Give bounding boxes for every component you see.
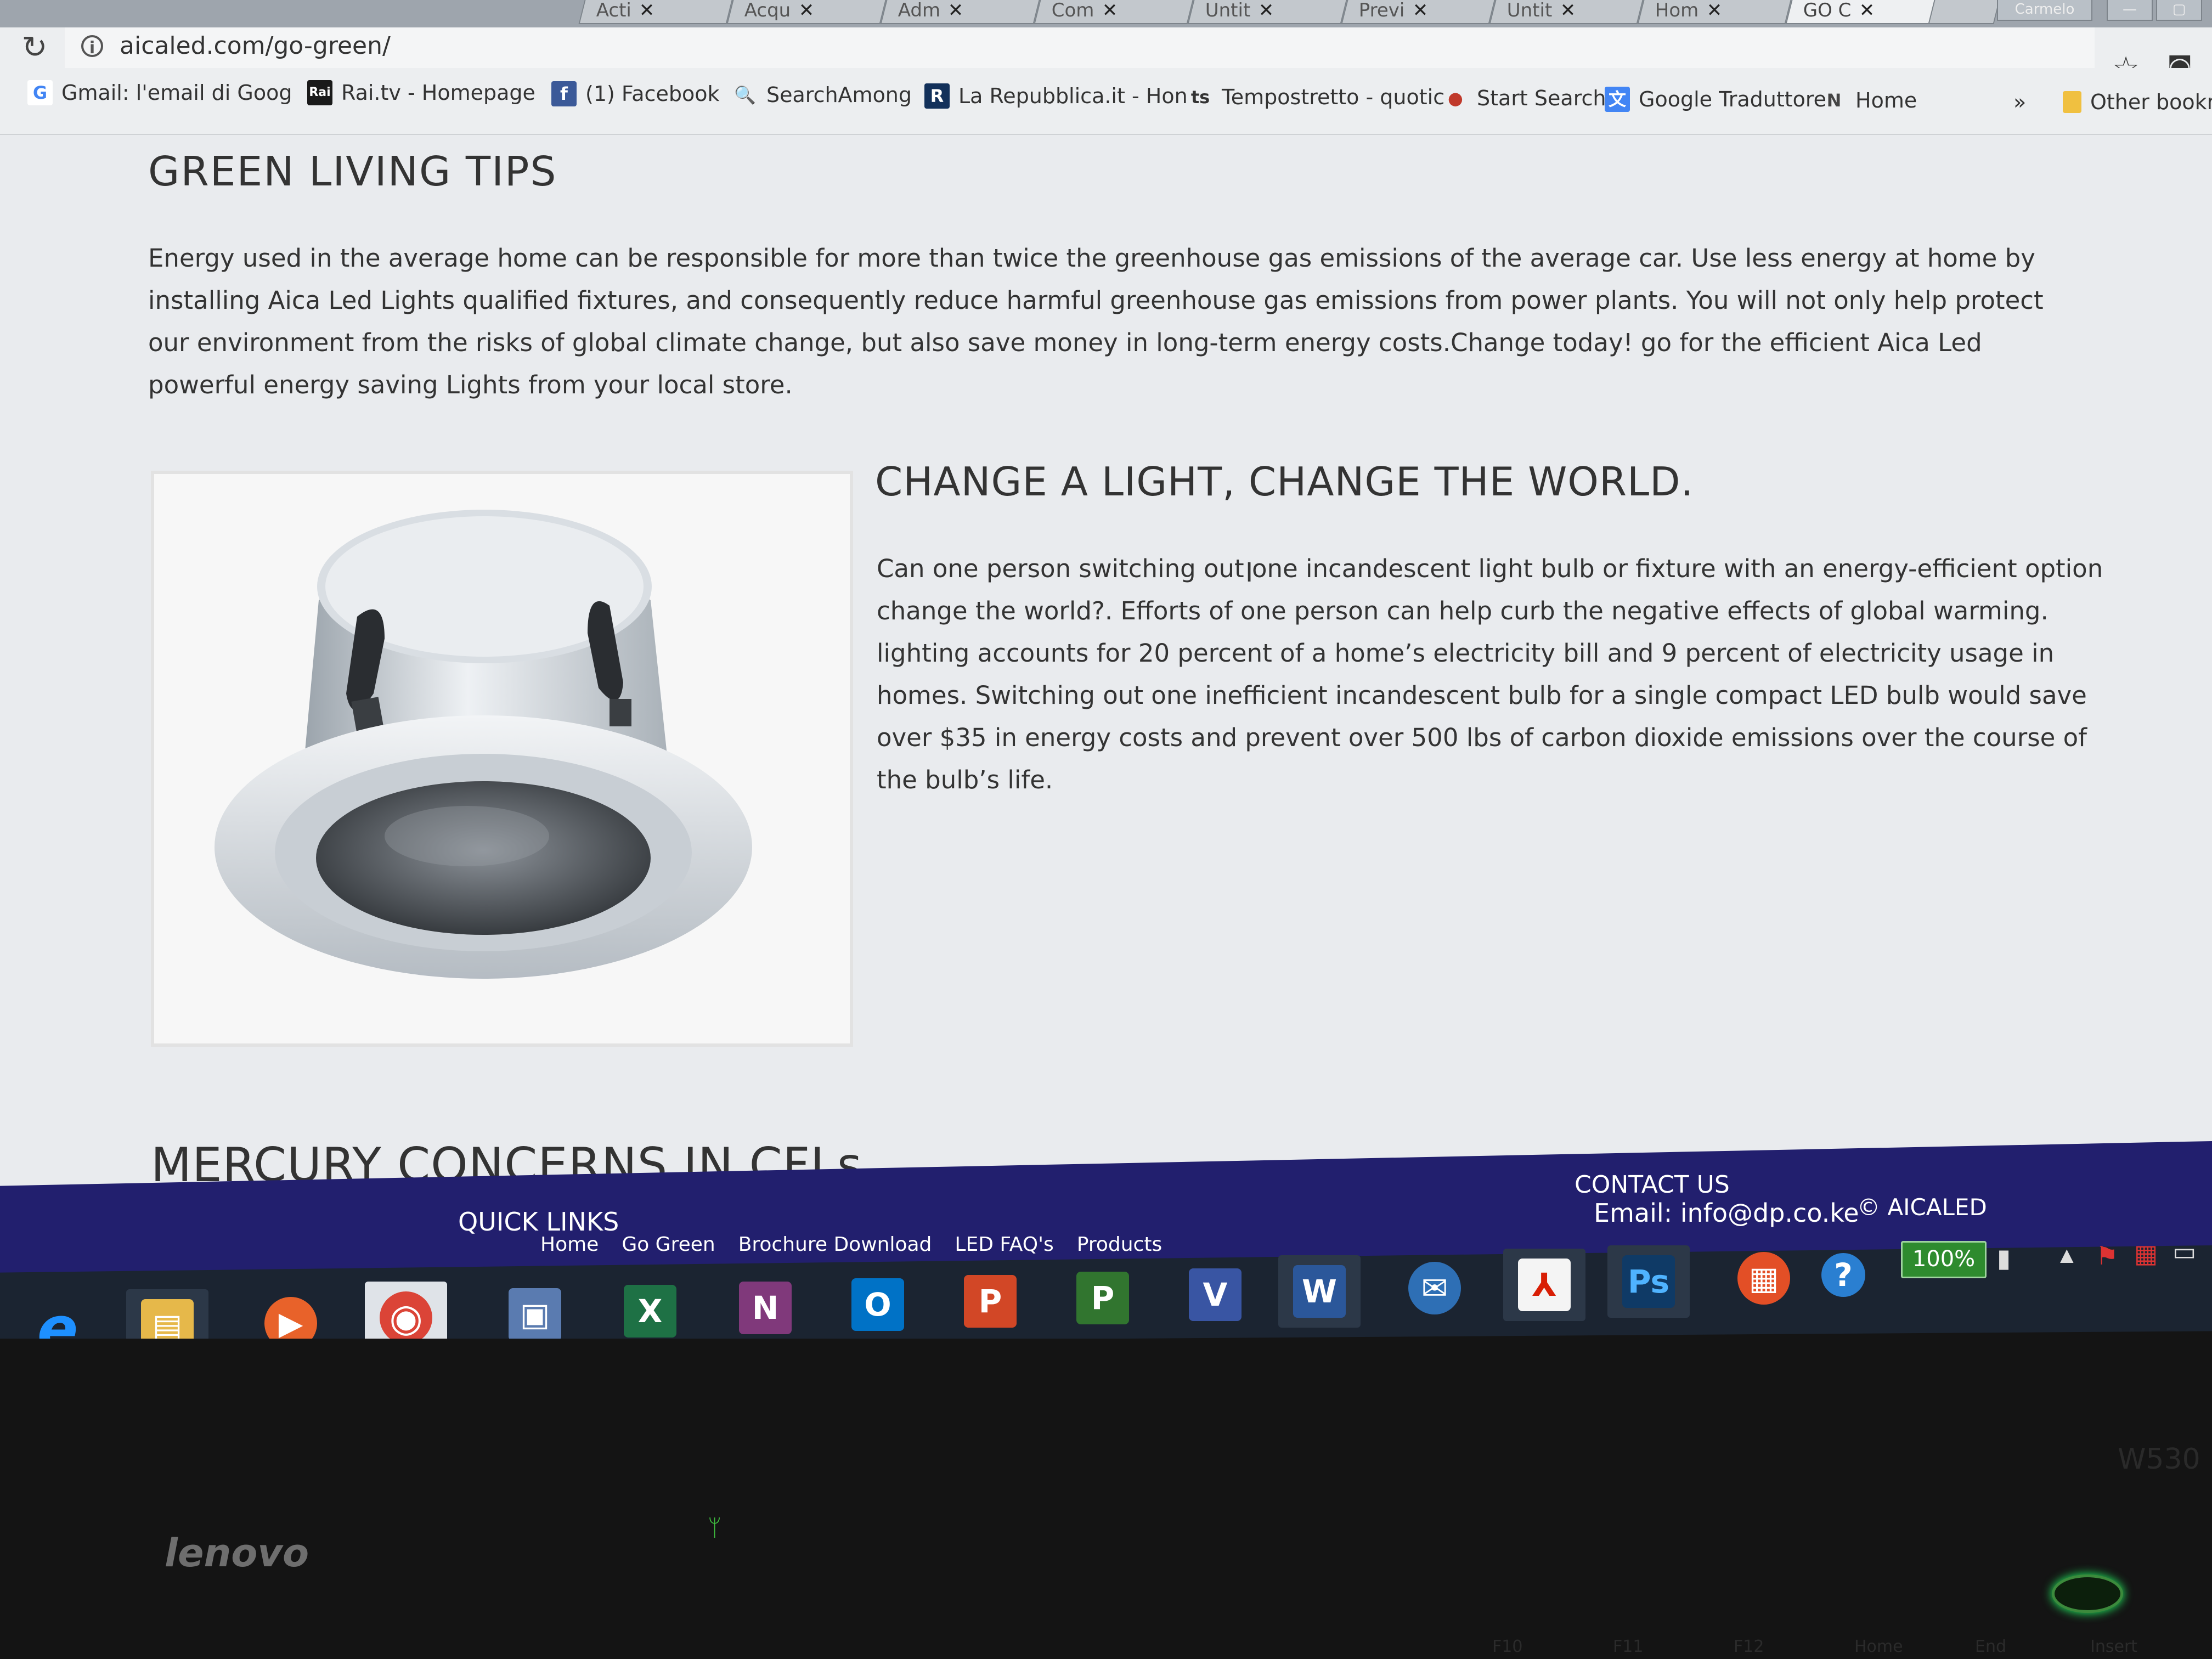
profile-button[interactable]: Carmelo xyxy=(1997,0,2092,21)
bookmark-start-search[interactable]: ● Start Search xyxy=(1443,86,1606,111)
quick-links: Home Go Green Brochure Download LED FAQ'… xyxy=(540,1233,1162,1256)
search-icon: 🔍 xyxy=(734,84,756,105)
reload-icon[interactable]: ↻ xyxy=(15,30,54,68)
footer-link-home[interactable]: Home xyxy=(540,1233,599,1256)
translate-icon: 文 xyxy=(1605,87,1630,112)
tab-strip: Acti ✕ Acqu ✕ Adm ✕ Com ✕ Untit ✕ Previ ✕ Unti… xyxy=(0,0,2212,27)
close-tab-icon[interactable]: ✕ xyxy=(1706,0,1722,21)
browser-tab[interactable]: Hom ✕ xyxy=(1637,0,1792,24)
tempostretto-icon: ts xyxy=(1190,87,1210,108)
bookmarks-bar: G Gmail: l'email di Goog Rai Rai.tv - Home… xyxy=(0,68,2212,135)
action-center-flag-icon[interactable]: ⚑ xyxy=(2096,1241,2118,1271)
network-warning-icon[interactable]: ▦ xyxy=(2134,1239,2158,1268)
key-f11: F11 xyxy=(1613,1637,1644,1656)
word-icon[interactable]: W xyxy=(1278,1255,1361,1328)
rai-icon: Rai xyxy=(307,80,332,105)
bookmark-google-translate[interactable]: 文 Google Traduttore xyxy=(1605,87,1826,112)
model-label: W530 xyxy=(2118,1443,2200,1476)
page-title: GREEN LIVING TIPS xyxy=(148,148,557,195)
browser-tab[interactable]: Untit ✕ xyxy=(1187,0,1347,24)
url-text[interactable]: aicaled.com/go-green/ xyxy=(120,32,391,60)
bookmark-gmail[interactable]: G Gmail: l'email di Goog xyxy=(27,80,292,105)
maximize-button[interactable]: ▢ xyxy=(2156,0,2202,21)
close-tab-icon[interactable]: ✕ xyxy=(948,0,964,21)
section-title: CHANGE A LIGHT, CHANGE THE WORLD. xyxy=(875,459,1694,505)
bookmark-raitv[interactable]: Rai Rai.tv - Homepage xyxy=(307,80,535,105)
text-cursor-icon: I xyxy=(1245,557,1254,588)
key-f10: F10 xyxy=(1492,1637,1523,1656)
power-plug-icon[interactable]: ▮ xyxy=(1997,1243,2011,1273)
downlight-fixture-image xyxy=(215,510,752,979)
photoshop-icon[interactable]: Ps xyxy=(1607,1245,1690,1318)
footer-link-go-green[interactable]: Go Green xyxy=(622,1233,715,1256)
lenovo-logo: lenovo xyxy=(165,1531,309,1576)
office-icon[interactable]: ▦ xyxy=(1723,1242,1805,1314)
intro-paragraph: Energy used in the average home can be r… xyxy=(148,244,2044,399)
bookmark-facebook[interactable]: f (1) Facebook xyxy=(551,81,719,106)
wifi-indicator-icon: ᛘ xyxy=(708,1514,722,1541)
close-tab-icon[interactable]: ✕ xyxy=(1412,0,1428,21)
address-bar[interactable]: i aicaled.com/go-green/ xyxy=(65,27,2095,69)
excel-icon[interactable]: X xyxy=(609,1275,691,1347)
browser-tab[interactable]: Adm ✕ xyxy=(880,0,1040,24)
start-search-icon: ● xyxy=(1448,88,1463,109)
quick-links-title: QUICK LINKS xyxy=(458,1207,619,1237)
close-tab-icon[interactable]: ✕ xyxy=(1258,0,1274,21)
home-n-icon: N xyxy=(1826,90,1842,111)
close-tab-icon[interactable]: ✕ xyxy=(1859,0,1875,21)
browser-tab[interactable]: Acqu ✕ xyxy=(726,0,887,24)
key-insert: Insert xyxy=(2090,1637,2138,1656)
project-icon[interactable]: P xyxy=(1062,1262,1144,1334)
footer-link-products[interactable]: Products xyxy=(1077,1233,1162,1256)
display-icon[interactable]: ▭ xyxy=(2172,1237,2196,1266)
footer-link-led-faqs[interactable]: LED FAQ's xyxy=(955,1233,1053,1256)
info-icon[interactable]: i xyxy=(81,35,103,58)
show-hidden-icons-chevron-icon[interactable]: ▲ xyxy=(2060,1244,2074,1265)
new-tab-button[interactable] xyxy=(1928,0,2000,24)
power-button-led[interactable] xyxy=(2052,1575,2123,1613)
footer-link-brochure-download[interactable]: Brochure Download xyxy=(738,1233,932,1256)
acrobat-icon[interactable]: ⅄ xyxy=(1503,1249,1585,1321)
key-home: Home xyxy=(1854,1637,1903,1656)
browser-tab[interactable]: Previ ✕ xyxy=(1341,0,1496,24)
visio-icon[interactable]: V xyxy=(1174,1259,1256,1331)
battery-indicator[interactable]: 100% xyxy=(1901,1241,1987,1278)
contact-us-title: CONTACT US xyxy=(1575,1171,1730,1199)
close-tab-icon[interactable]: ✕ xyxy=(1102,0,1118,21)
powerpoint-icon[interactable]: P xyxy=(949,1265,1031,1338)
bookmark-home[interactable]: N Home xyxy=(1821,88,1917,113)
other-bookmarks[interactable]: Other bookma xyxy=(2063,90,2212,114)
browser-tab-active[interactable]: GO C ✕ xyxy=(1785,0,1940,24)
folder-icon xyxy=(2063,91,2081,113)
key-f12: F12 xyxy=(1734,1637,1764,1656)
gmail-icon: G xyxy=(27,80,53,105)
web-page: GREEN LIVING TIPS Energy used in the ave… xyxy=(0,135,2212,1210)
laptop-bezel xyxy=(0,1339,2212,1659)
minimize-button[interactable]: — xyxy=(2107,0,2153,21)
facebook-icon: f xyxy=(551,81,577,106)
copyright: © AICALED xyxy=(1857,1194,1987,1221)
outlook-icon[interactable]: O xyxy=(837,1268,919,1341)
browser-tab[interactable]: Untit ✕ xyxy=(1489,0,1644,24)
section-paragraph: Can one person switching out one incande… xyxy=(877,554,2103,794)
close-tab-icon[interactable]: ✕ xyxy=(639,0,655,21)
thunderbird-icon[interactable]: ✉ xyxy=(1393,1252,1476,1324)
browser-tab[interactable]: Com ✕ xyxy=(1034,0,1194,24)
bookmark-tempostretto[interactable]: ts Tempostretto - quotic xyxy=(1188,84,1444,110)
close-tab-icon[interactable]: ✕ xyxy=(1560,0,1576,21)
bookmarks-overflow-chevron-icon[interactable]: » xyxy=(2013,90,2026,114)
help-icon[interactable]: ? xyxy=(1810,1239,1876,1311)
bookmark-searchamong[interactable]: 🔍 SearchAmong xyxy=(732,82,912,108)
product-image xyxy=(151,471,853,1047)
contact-email[interactable]: Email: info@dp.co.ke xyxy=(1594,1198,1859,1228)
browser-tab[interactable]: Acti ✕ xyxy=(578,0,733,24)
repubblica-icon: R xyxy=(924,83,950,109)
key-end: End xyxy=(1975,1637,2007,1656)
close-tab-icon[interactable]: ✕ xyxy=(798,0,814,21)
bookmark-repubblica[interactable]: R La Repubblica.it - Hon xyxy=(924,83,1188,109)
onenote-icon[interactable]: N xyxy=(724,1272,806,1344)
